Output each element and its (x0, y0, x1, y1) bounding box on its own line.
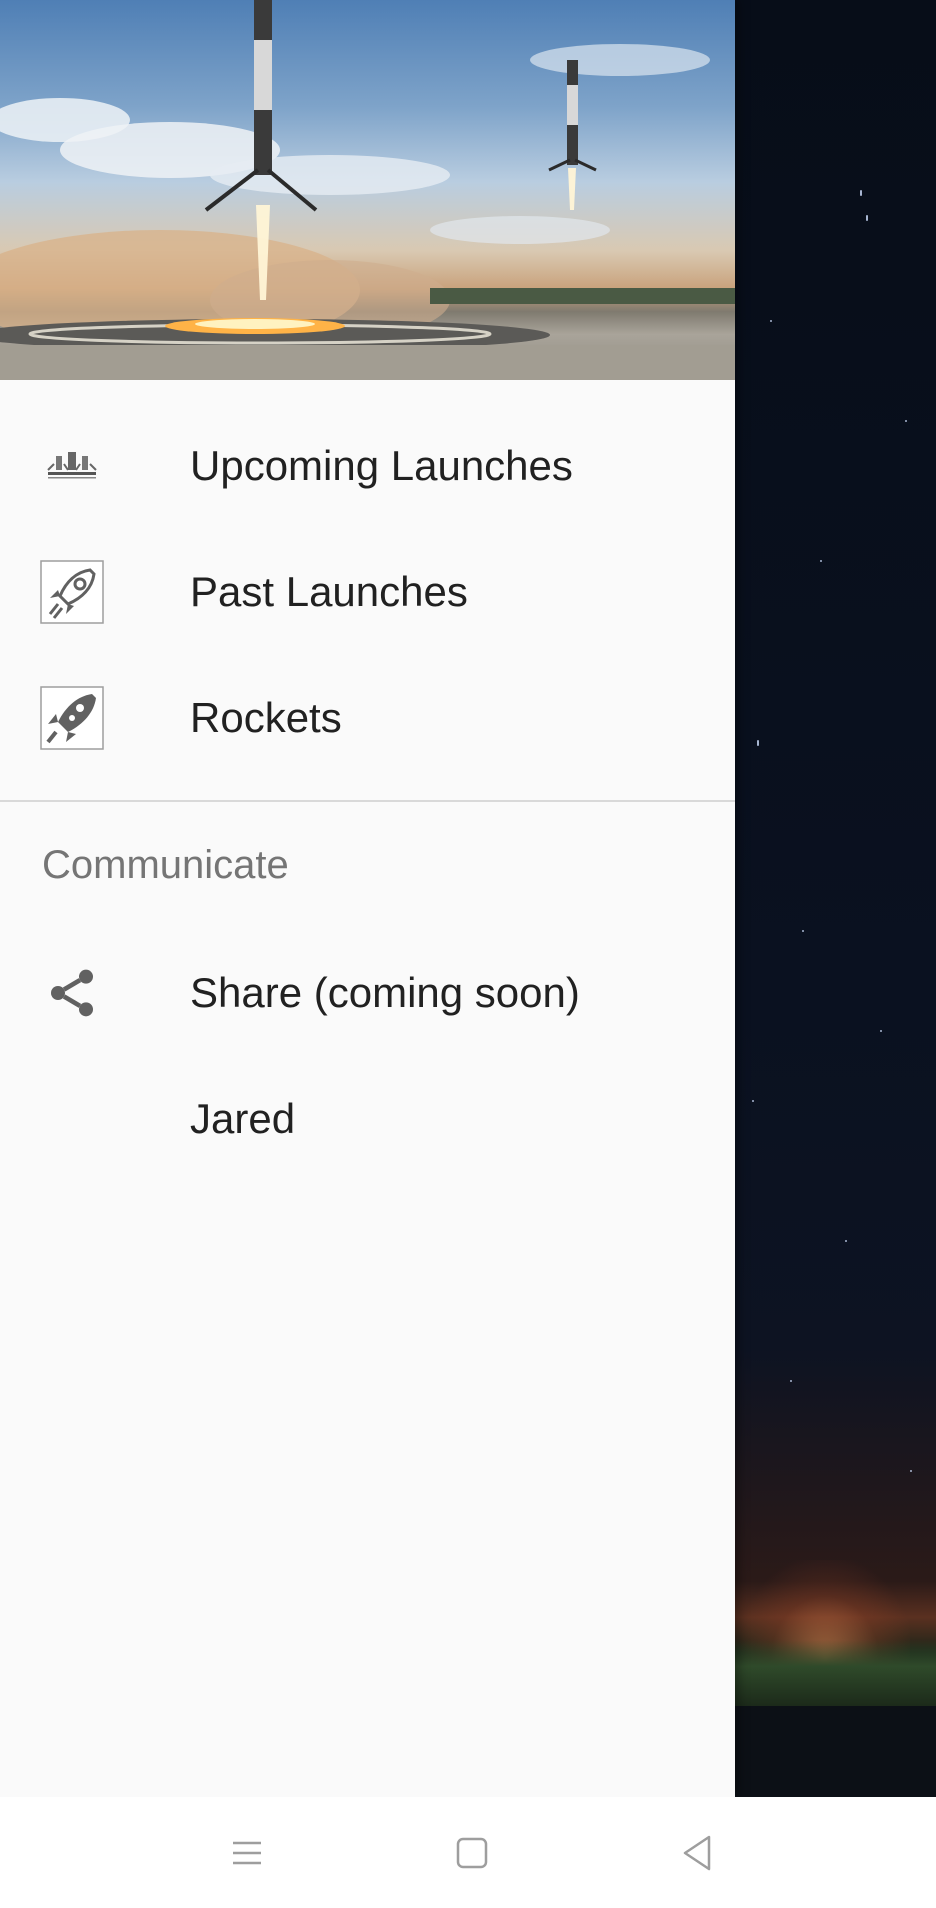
star (880, 1030, 882, 1032)
menu-item-label: Share (coming soon) (190, 969, 580, 1016)
menu-item-past-launches[interactable]: Past Launches (0, 529, 735, 655)
menu-item-label: Upcoming Launches (190, 442, 573, 489)
home-square-icon (456, 1837, 488, 1869)
star (802, 930, 804, 932)
star (845, 1240, 847, 1242)
menu-item-rockets[interactable]: Rockets (0, 655, 735, 781)
menu-item-label: Past Launches (190, 568, 468, 615)
rocket-outline-icon (40, 560, 104, 624)
section-title-communicate: Communicate (42, 843, 289, 887)
back-triangle-icon (683, 1835, 711, 1871)
star (866, 215, 868, 221)
menu-item-label: Jared (190, 1095, 296, 1142)
recent-apps-button[interactable] (215, 1821, 279, 1885)
booster-landing-illustration (0, 0, 735, 380)
navigation-drawer: Upcoming Launches Past Launches Rockets … (0, 0, 735, 1797)
star (790, 1380, 792, 1382)
menu-item-share[interactable]: Share (coming soon) (0, 930, 735, 1056)
menu-icon (233, 1841, 261, 1865)
menu-item-jared[interactable]: Jared (0, 1056, 735, 1182)
home-button[interactable] (440, 1821, 504, 1885)
star (820, 560, 822, 562)
system-navigation-bar (0, 1797, 936, 1908)
star (905, 420, 907, 422)
rocket-solid-icon (40, 686, 104, 750)
star (910, 1470, 912, 1472)
back-button[interactable] (665, 1821, 729, 1885)
star (757, 740, 759, 746)
share-icon (40, 961, 104, 1025)
ground (735, 1706, 936, 1797)
drawer-header-image (0, 0, 735, 380)
section-divider (0, 800, 735, 802)
star (860, 190, 862, 196)
star (770, 320, 772, 322)
falcon-heavy-icon (40, 434, 104, 498)
screen: Upcoming Launches Past Launches Rockets … (0, 0, 936, 1908)
star (752, 1100, 754, 1102)
menu-item-upcoming-launches[interactable]: Upcoming Launches (0, 403, 735, 529)
tree-line (735, 1640, 936, 1706)
menu-item-label: Rockets (190, 694, 342, 741)
